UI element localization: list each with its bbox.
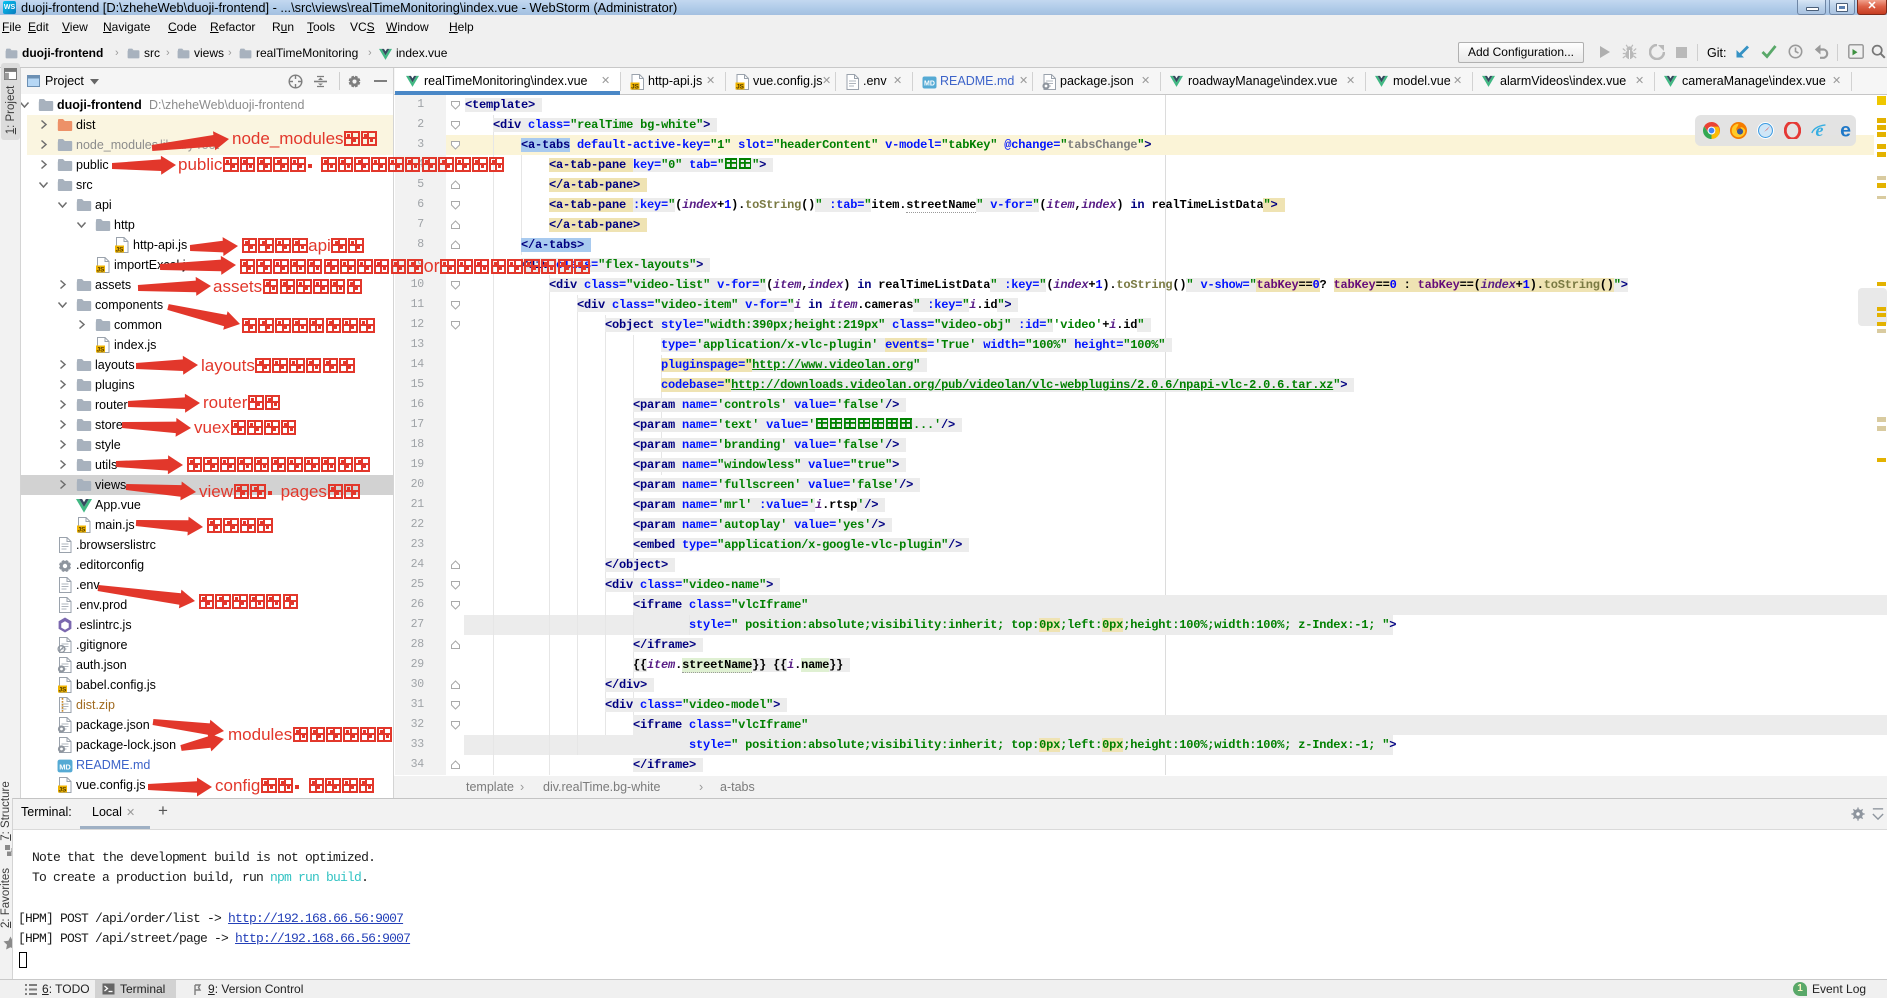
svg-text:JS: JS — [736, 83, 745, 90]
svg-text:JS: JS — [78, 526, 87, 533]
svg-text:MD: MD — [59, 762, 71, 771]
svg-text:e: e — [1840, 122, 1851, 139]
svg-text:JS: JS — [59, 686, 68, 693]
svg-text:MD: MD — [924, 81, 935, 88]
svg-text:JS: JS — [97, 346, 106, 353]
svg-text:JS: JS — [59, 786, 68, 793]
svg-text:e: e — [1816, 122, 1824, 139]
svg-text:JS: JS — [97, 266, 106, 273]
svg-text:JS: JS — [116, 246, 125, 253]
svg-text:JS: JS — [631, 83, 640, 90]
